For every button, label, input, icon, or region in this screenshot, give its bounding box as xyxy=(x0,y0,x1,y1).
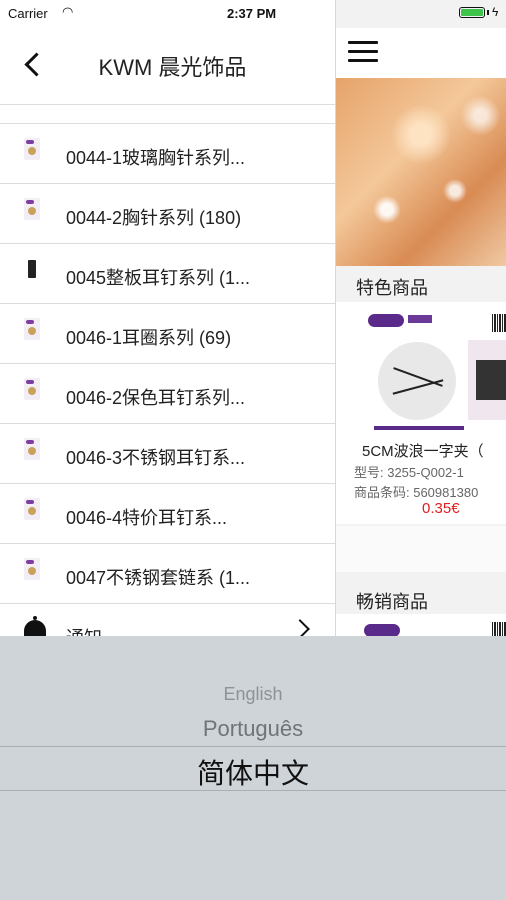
category-thumbnail xyxy=(24,258,40,280)
category-item[interactable]: 0045整板耳钉系列 (1... xyxy=(0,244,335,304)
main-header xyxy=(336,28,506,78)
category-thumbnail xyxy=(24,318,40,340)
category-label: 0044-2胸针系列 (180) xyxy=(66,208,242,228)
language-option-english[interactable]: English xyxy=(0,684,506,705)
product-price: 0.35€ xyxy=(422,500,460,517)
category-thumbnail xyxy=(24,138,40,160)
category-thumbnail xyxy=(24,438,40,460)
wifi-icon: ◠ xyxy=(62,4,74,19)
category-item[interactable]: 0046-2保色耳钉系列... xyxy=(0,364,335,424)
featured-product-card[interactable]: 5CM波浪一字夹（ 型号: 3255-Q002-1 商品条码: 56098138… xyxy=(336,302,506,524)
category-label: 0046-3不锈钢耳钉系... xyxy=(66,448,246,468)
category-label: 0046-4特价耳钉系... xyxy=(66,508,228,528)
featured-scroll-area xyxy=(336,526,506,572)
category-thumbnail xyxy=(24,378,40,400)
brand-text-mark xyxy=(408,315,432,323)
product-name: 5CM波浪一字夹（ xyxy=(362,443,484,460)
hair-pins-image xyxy=(378,342,456,420)
product-model: 型号: 3255-Q002-1 xyxy=(354,465,464,480)
next-product-image xyxy=(468,340,506,420)
category-label: 0046-2保色耳钉系列... xyxy=(66,388,246,408)
product-image xyxy=(364,312,474,430)
carrier-label: Carrier xyxy=(8,6,48,21)
bestseller-section-title: 畅销商品 xyxy=(356,592,428,612)
category-item[interactable]: 0046-4特价耳钉系... xyxy=(0,484,335,544)
barcode-icon xyxy=(492,314,506,332)
featured-section-title: 特色商品 xyxy=(356,278,428,298)
language-option-chinese-selected[interactable]: 简体中文 xyxy=(0,752,506,792)
drawer-header: KWM 晨光饰品 xyxy=(0,28,335,102)
category-item[interactable]: 0044-1玻璃胸针系列... xyxy=(0,124,335,184)
category-item[interactable]: 0046-1耳圈系列 (69) xyxy=(0,304,335,364)
category-label: 0044-1玻璃胸针系列... xyxy=(66,148,246,168)
battery-icon xyxy=(459,7,485,18)
menu-icon[interactable] xyxy=(348,41,378,63)
battery-tip xyxy=(487,10,489,15)
drawer-title: KWM 晨光饰品 xyxy=(98,55,247,80)
picker-selection-bottom-rule xyxy=(0,790,506,791)
language-picker[interactable]: English Português 简体中文 xyxy=(0,636,506,900)
divider xyxy=(0,104,335,105)
category-item[interactable]: 0044-2胸针系列 (180) xyxy=(0,184,335,244)
picker-selection-top-rule xyxy=(0,746,506,747)
category-label: 0046-1耳圈系列 (69) xyxy=(66,328,232,348)
brand-logo xyxy=(368,314,404,327)
packaging-stripe xyxy=(374,426,464,430)
status-time: 2:37 PM xyxy=(227,6,277,21)
promo-banner[interactable] xyxy=(336,78,506,266)
category-thumbnail xyxy=(24,498,40,520)
language-option-portugues[interactable]: Português xyxy=(0,716,506,742)
category-label: 0045整板耳钉系列 (1... xyxy=(66,268,251,288)
product-barcode: 商品条码: 560981380 xyxy=(354,485,479,500)
category-item[interactable]: 0046-3不锈钢耳钉系... xyxy=(0,424,335,484)
category-thumbnail xyxy=(24,558,40,580)
charging-icon: ϟ xyxy=(492,5,499,19)
category-thumbnail xyxy=(24,198,40,220)
category-item[interactable]: 0047不锈钢套链系 (1... xyxy=(0,544,335,604)
category-label: 0047不锈钢套链系 (1... xyxy=(66,568,251,588)
status-bar: Carrier ◠ 2:37 PM ϟ xyxy=(0,0,506,28)
category-list: 0044-1玻璃胸针系列... 0044-2胸针系列 (180) 0045整板耳… xyxy=(0,124,335,604)
